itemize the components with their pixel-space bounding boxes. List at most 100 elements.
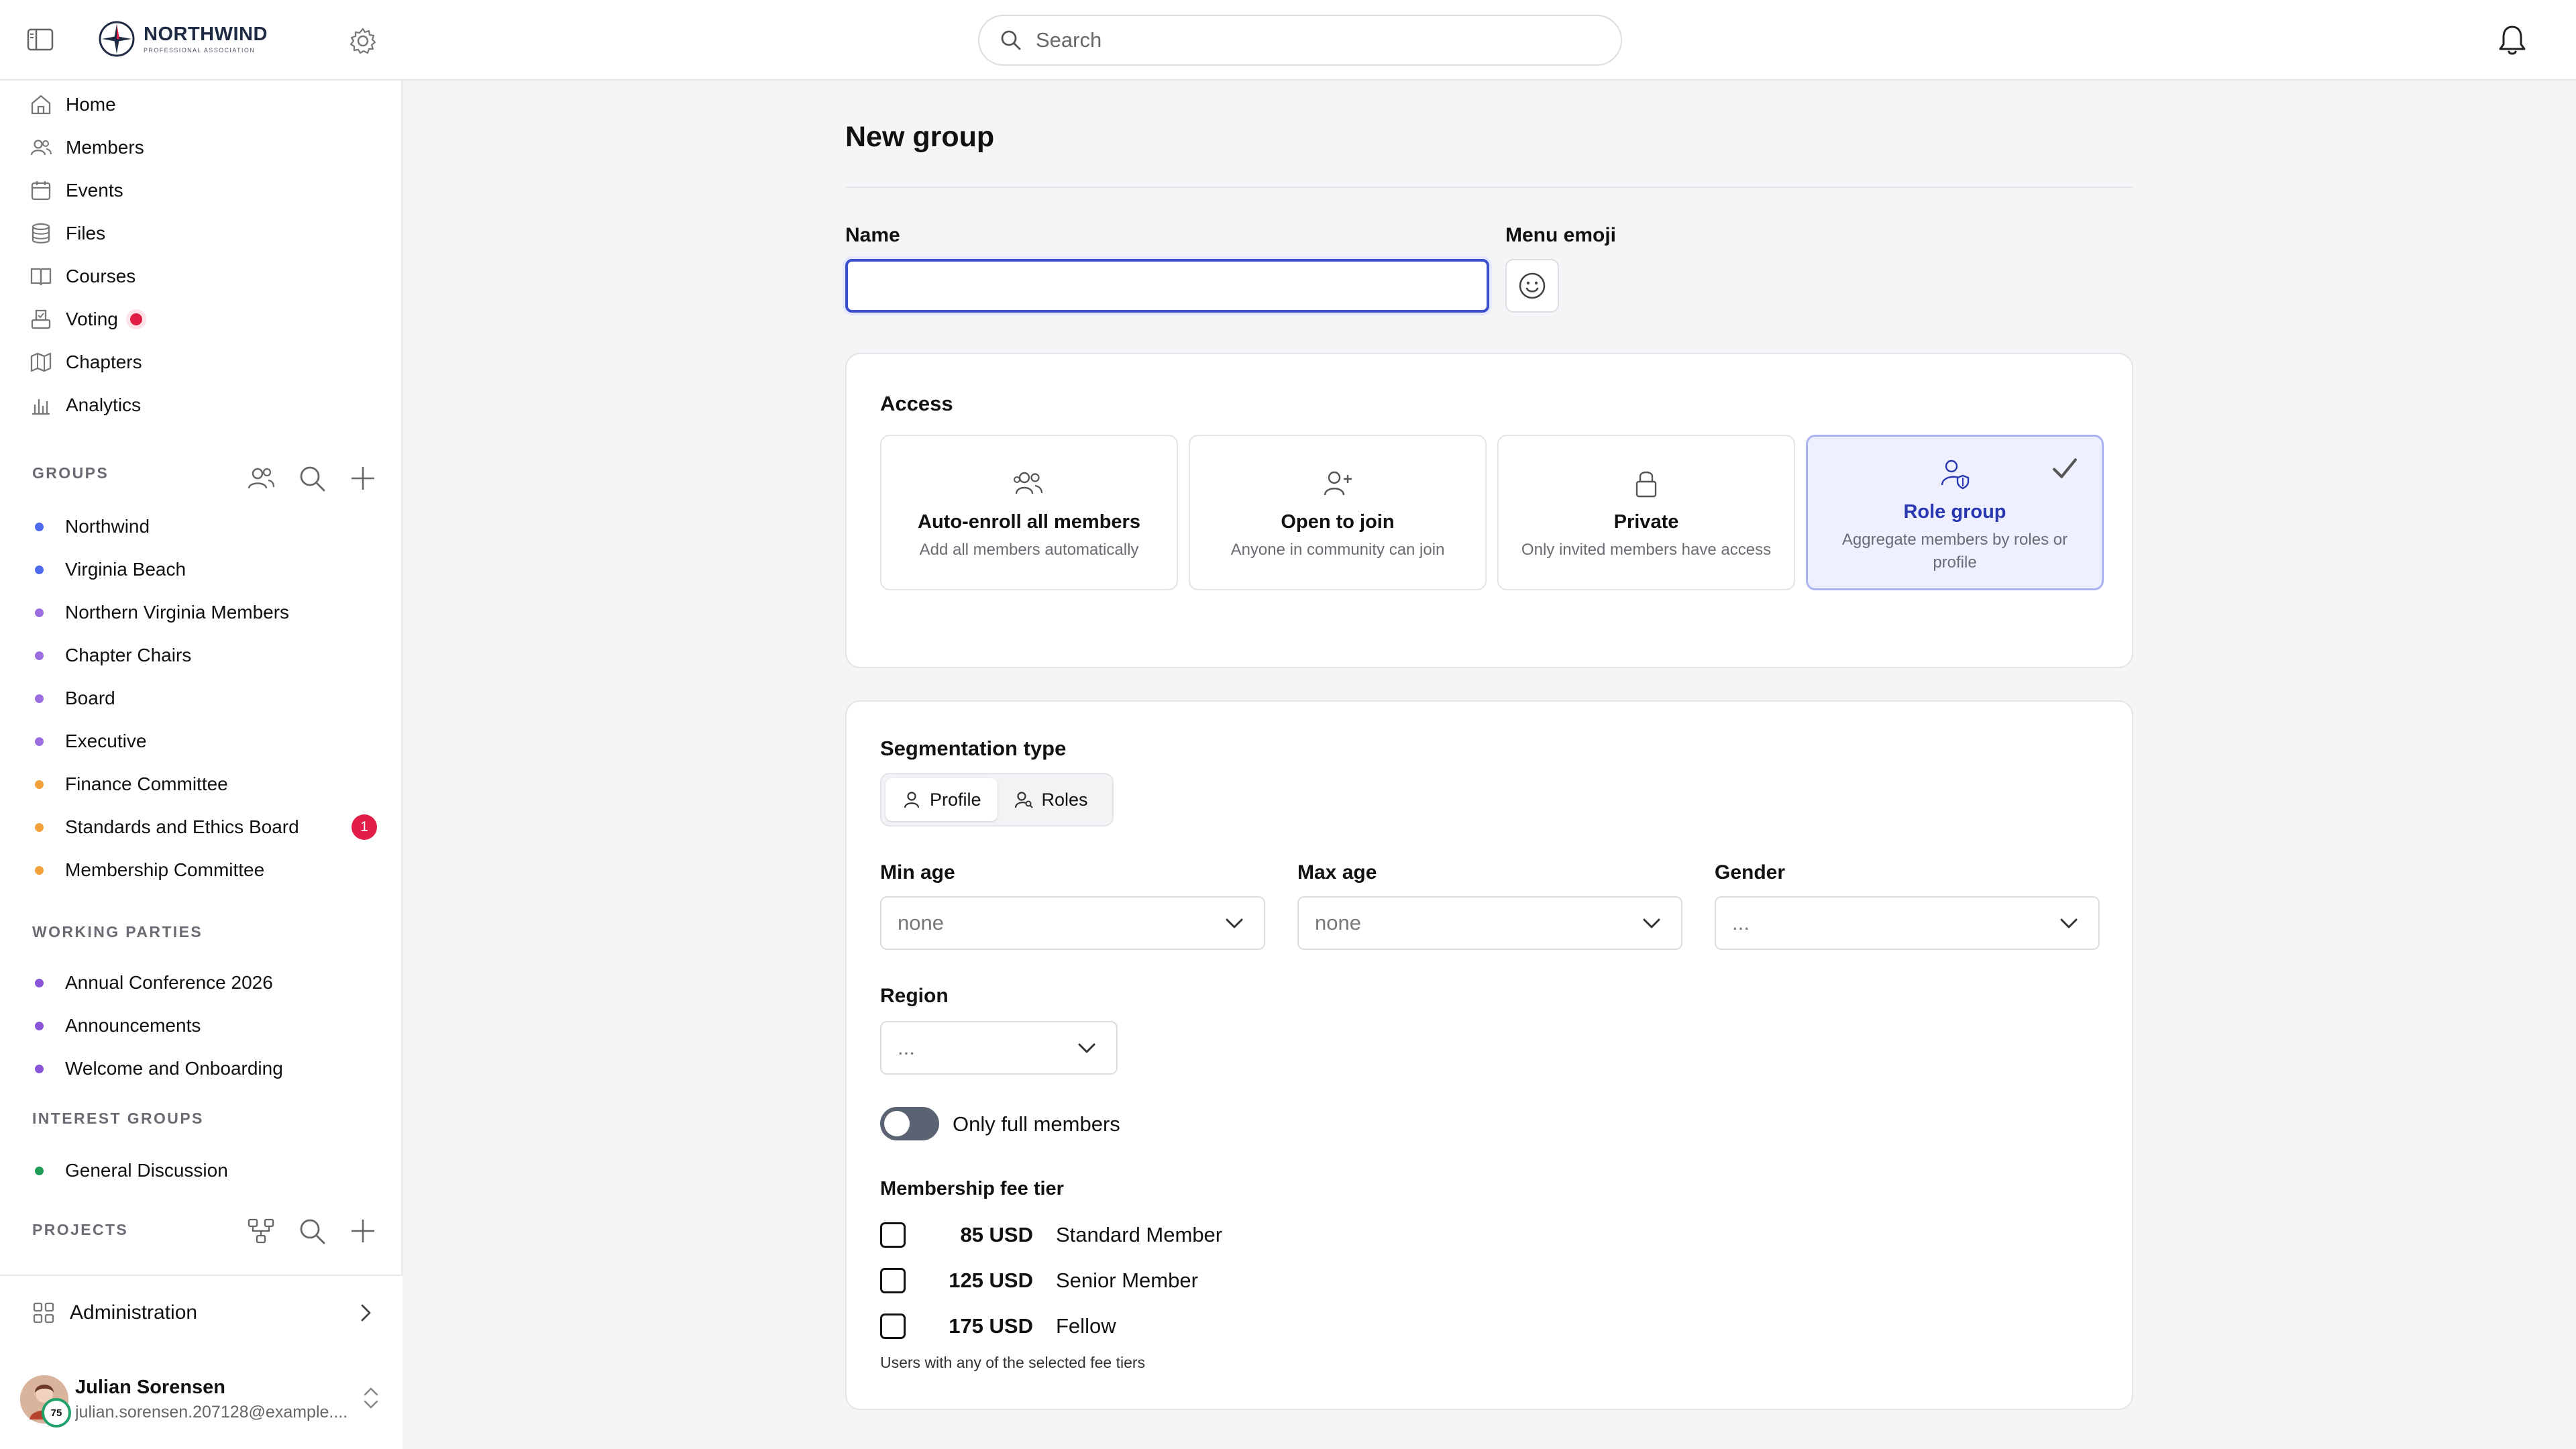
- nav-item-files[interactable]: Files: [30, 215, 105, 252]
- section-label-groups: GROUPS: [32, 464, 109, 482]
- access-option-private[interactable]: Private Only invited members have access: [1497, 435, 1795, 590]
- search-input[interactable]: [1036, 28, 1586, 52]
- group-color-dot: [35, 1064, 44, 1073]
- group-item-label: Finance Committee: [65, 773, 228, 794]
- tab-roles[interactable]: Roles: [998, 778, 1104, 821]
- fee-tier-row[interactable]: 125 USD Senior Member: [880, 1264, 1198, 1297]
- search-icon[interactable]: [297, 1216, 327, 1246]
- section-label-interest-groups: INTEREST GROUPS: [32, 1110, 204, 1127]
- sidebar-group-item[interactable]: Northwind: [35, 510, 150, 543]
- sidebar-toggle-icon[interactable]: [27, 28, 54, 51]
- region-label: Region: [880, 985, 949, 1007]
- alert-dot: [129, 313, 142, 325]
- search-bar[interactable]: [978, 15, 1622, 66]
- sidebar-group-item[interactable]: Northern Virginia Members: [35, 596, 289, 629]
- fee-tier-name: Senior Member: [1056, 1269, 1198, 1292]
- max-age-select[interactable]: none: [1297, 896, 1682, 950]
- min-age-select[interactable]: none: [880, 896, 1265, 950]
- segmentation-card: Segmentation type Profile Roles Min age …: [845, 700, 2133, 1410]
- group-color-dot: [35, 978, 44, 987]
- gender-select[interactable]: ...: [1715, 896, 2100, 950]
- nav-item-label: Members: [66, 137, 144, 158]
- fee-tier-row[interactable]: 175 USD Fellow: [880, 1309, 1116, 1343]
- user-shield-icon: [1941, 460, 1970, 490]
- plus-icon[interactable]: [347, 1216, 378, 1246]
- nav-item-label: Courses: [66, 266, 136, 286]
- members-icon: [30, 140, 52, 156]
- administration-label: Administration: [70, 1301, 198, 1324]
- segmentation-tabs: Profile Roles: [880, 773, 1114, 826]
- group-item-label: Chapter Chairs: [65, 645, 192, 665]
- user-icon: [904, 792, 920, 808]
- avatar: 75: [20, 1375, 71, 1428]
- min-age-value: none: [898, 911, 944, 934]
- user-score-badge: 75: [42, 1398, 71, 1428]
- nav-item-events[interactable]: Events: [30, 172, 123, 209]
- nav-item-label: Voting: [66, 309, 118, 329]
- administration-link[interactable]: Administration: [0, 1275, 402, 1350]
- sidebar-group-item[interactable]: Standards and Ethics Board: [35, 810, 299, 844]
- sidebar-group-item[interactable]: Annual Conference 2026: [35, 966, 273, 1000]
- group-color-dot: [35, 651, 44, 660]
- sidebar-group-item[interactable]: Announcements: [35, 1009, 201, 1042]
- nav-item-courses[interactable]: Courses: [30, 258, 136, 295]
- nav-item-label: Analytics: [66, 394, 142, 415]
- group-color-dot: [35, 694, 44, 703]
- smile-icon: [1519, 272, 1546, 299]
- fee-tier-row[interactable]: 85 USD Standard Member: [880, 1218, 1222, 1252]
- lock-icon: [1635, 471, 1657, 498]
- group-item-label: Standards and Ethics Board: [65, 816, 299, 837]
- access-option-open-to-join[interactable]: Open to join Anyone in community can join: [1189, 435, 1487, 590]
- access-option-auto-enroll-all-members[interactable]: Auto-enroll all members Add all members a…: [880, 435, 1178, 590]
- user-email: julian.sorensen.207128@example....: [75, 1403, 348, 1421]
- fee-tier-checkbox[interactable]: [880, 1313, 906, 1339]
- fee-tier-help: Users with any of the selected fee tiers: [880, 1354, 1146, 1371]
- home-icon: [31, 95, 51, 115]
- bell-icon[interactable]: [2494, 23, 2530, 59]
- nav-item-home[interactable]: Home: [30, 86, 116, 123]
- access-option-title: Auto-enroll all members: [918, 511, 1140, 533]
- access-option-role-group[interactable]: Role group Aggregate members by roles or …: [1806, 435, 2104, 590]
- chevron-down-icon: [2060, 918, 2078, 928]
- menu-emoji-label: Menu emoji: [1505, 224, 1617, 246]
- emoji-picker-button[interactable]: [1505, 259, 1559, 313]
- name-input[interactable]: [845, 259, 1489, 313]
- nav-item-members[interactable]: Members: [30, 129, 144, 166]
- region-select[interactable]: ...: [880, 1021, 1118, 1075]
- search-icon: [1001, 30, 1021, 50]
- sidebar-group-item[interactable]: Virginia Beach: [35, 553, 186, 586]
- fee-tier-checkbox[interactable]: [880, 1268, 906, 1293]
- hierarchy-icon[interactable]: [246, 1216, 276, 1246]
- nav-item-analytics[interactable]: Analytics: [30, 386, 141, 424]
- nav-item-voting[interactable]: Voting: [30, 301, 142, 338]
- user-menu[interactable]: 75 Julian Sorensen julian.sorensen.20712…: [0, 1350, 402, 1449]
- sidebar-group-item[interactable]: General Discussion: [35, 1154, 228, 1187]
- members-icon: [1014, 472, 1043, 494]
- gear-icon[interactable]: [349, 27, 377, 55]
- min-age-label: Min age: [880, 861, 955, 883]
- compass-logo-icon: [99, 21, 135, 57]
- search-icon[interactable]: [297, 463, 327, 494]
- plus-icon[interactable]: [347, 463, 378, 494]
- nav-item-chapters[interactable]: Chapters: [30, 343, 142, 381]
- group-item-label: Announcements: [65, 1015, 201, 1036]
- members-icon[interactable]: [246, 463, 276, 494]
- user-name: Julian Sorensen: [75, 1377, 226, 1398]
- group-color-dot: [35, 822, 44, 832]
- sidebar-group-item[interactable]: Welcome and Onboarding: [35, 1052, 283, 1085]
- sidebar-group-item[interactable]: Membership Committee: [35, 853, 264, 887]
- sidebar-group-item[interactable]: Executive: [35, 724, 146, 758]
- sidebar-group-item[interactable]: Chapter Chairs: [35, 639, 191, 672]
- brand-logo[interactable]: NORTHWIND PROFESSIONAL ASSOCIATION: [98, 20, 268, 58]
- chevron-up-down-icon[interactable]: [360, 1383, 382, 1413]
- chevron-down-icon: [1226, 918, 1243, 928]
- sidebar-group-item[interactable]: Finance Committee: [35, 767, 228, 801]
- group-color-dot: [35, 1166, 44, 1175]
- full-members-toggle[interactable]: [880, 1107, 939, 1140]
- toggle-knob: [884, 1111, 910, 1136]
- user-plus-icon: [1324, 471, 1352, 496]
- fee-tier-checkbox[interactable]: [880, 1222, 906, 1248]
- sidebar-group-item[interactable]: Board: [35, 682, 115, 715]
- tab-profile[interactable]: Profile: [885, 778, 998, 821]
- sidebar: Home Members Events Files Courses Voting Chapt…: [0, 80, 402, 1449]
